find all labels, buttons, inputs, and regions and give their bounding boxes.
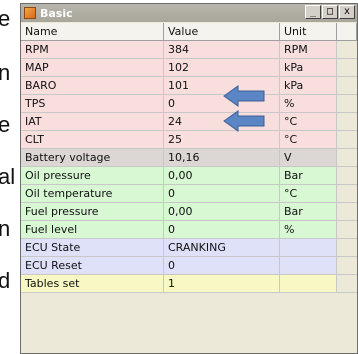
param-name: ECU Reset	[21, 257, 164, 274]
param-name: Oil temperature	[21, 185, 164, 202]
background-document: e n e al n d	[0, 0, 20, 354]
row-filler	[337, 131, 357, 148]
column-header-filler	[337, 23, 357, 40]
param-unit: Bar	[280, 203, 337, 220]
app-icon	[24, 7, 36, 19]
param-value: 25	[164, 131, 280, 148]
row-filler	[337, 95, 357, 112]
table-row[interactable]: TPS 0%	[21, 95, 357, 113]
param-value: 0	[164, 221, 280, 238]
blue-left-arrow-icon	[223, 85, 265, 107]
bg-text-line: e	[0, 112, 11, 137]
param-unit: %	[280, 221, 337, 238]
param-name: Fuel pressure	[21, 203, 164, 220]
title-bar[interactable]: Basic _ □ x	[21, 4, 357, 22]
param-name: RPM	[21, 41, 164, 58]
row-filler	[337, 77, 357, 94]
maximize-button[interactable]: □	[322, 5, 338, 19]
param-value: 10,16	[164, 149, 280, 166]
param-unit	[280, 275, 337, 292]
row-filler	[337, 113, 357, 130]
table-row[interactable]: Oil pressure 0,00 Bar	[21, 167, 357, 185]
row-filler	[337, 41, 357, 58]
param-name: MAP	[21, 59, 164, 76]
table-row[interactable]: IAT 24 °C	[21, 113, 357, 131]
parameter-table: Name Value Unit RPM 384 RPM MAP 102 kPa BARO 10…	[21, 23, 357, 293]
row-filler	[337, 167, 357, 184]
param-name: TPS	[21, 95, 164, 112]
column-header-value[interactable]: Value	[164, 23, 280, 40]
param-value: 0,00	[164, 203, 280, 220]
table-row[interactable]: Fuel level 0%	[21, 221, 357, 239]
param-value: 0,00	[164, 167, 280, 184]
param-unit: °C	[280, 131, 337, 148]
row-filler	[337, 59, 357, 76]
param-value: 0	[164, 257, 280, 274]
table-row[interactable]: Fuel pressure 0,00 Bar	[21, 203, 357, 221]
close-button[interactable]: x	[339, 5, 355, 19]
table-row[interactable]: BARO 101 kPa	[21, 77, 357, 95]
table-row[interactable]: Tables set 1	[21, 275, 357, 293]
table-row[interactable]: ECU State CRANKING	[21, 239, 357, 257]
param-value: 102	[164, 59, 280, 76]
param-value: 1	[164, 275, 280, 292]
column-header-unit[interactable]: Unit	[280, 23, 337, 40]
table-row[interactable]: RPM 384 RPM	[21, 41, 357, 59]
window-controls: _ □ x	[305, 5, 355, 19]
table-row[interactable]: MAP 102 kPa	[21, 59, 357, 77]
row-filler	[337, 203, 357, 220]
row-filler	[337, 149, 357, 166]
param-name: BARO	[21, 77, 164, 94]
param-unit: kPa	[280, 77, 337, 94]
window-title: Basic	[40, 6, 73, 20]
basic-window: Basic _ □ x Name Value Unit RPM 384 RPM MAP…	[20, 3, 358, 354]
table-header: Name Value Unit	[21, 23, 357, 41]
bg-text-line: al	[0, 164, 16, 189]
table-row[interactable]: ECU Reset 0	[21, 257, 357, 275]
param-unit: V	[280, 149, 337, 166]
bg-text-line: d	[0, 268, 11, 293]
param-unit	[280, 239, 337, 256]
row-filler	[337, 221, 357, 238]
minimize-button[interactable]: _	[305, 5, 321, 19]
row-filler	[337, 185, 357, 202]
table-row[interactable]: Oil temperature 0 °C	[21, 185, 357, 203]
param-value: 384	[164, 41, 280, 58]
param-value: CRANKING	[164, 239, 280, 256]
row-filler	[337, 257, 357, 274]
bg-text-line: n	[0, 216, 11, 241]
param-name: Tables set	[21, 275, 164, 292]
bg-text-line: e	[0, 6, 11, 31]
param-name: Oil pressure	[21, 167, 164, 184]
column-header-name[interactable]: Name	[21, 23, 164, 40]
row-filler	[337, 275, 357, 292]
param-unit: Bar	[280, 167, 337, 184]
param-unit: °C	[280, 113, 337, 130]
row-filler	[337, 239, 357, 256]
param-unit: %	[280, 95, 337, 112]
param-name: Fuel level	[21, 221, 164, 238]
table-row[interactable]: Battery voltage 10,16 V	[21, 149, 357, 167]
param-name: ECU State	[21, 239, 164, 256]
param-unit	[280, 257, 337, 274]
param-name: Battery voltage	[21, 149, 164, 166]
param-value: 0	[164, 185, 280, 202]
param-name: IAT	[21, 113, 164, 130]
param-unit: RPM	[280, 41, 337, 58]
param-name: CLT	[21, 131, 164, 148]
table-row[interactable]: CLT 25 °C	[21, 131, 357, 149]
bg-text-line: n	[0, 60, 11, 85]
param-unit: °C	[280, 185, 337, 202]
param-unit: kPa	[280, 59, 337, 76]
blue-left-arrow-icon	[223, 110, 265, 132]
